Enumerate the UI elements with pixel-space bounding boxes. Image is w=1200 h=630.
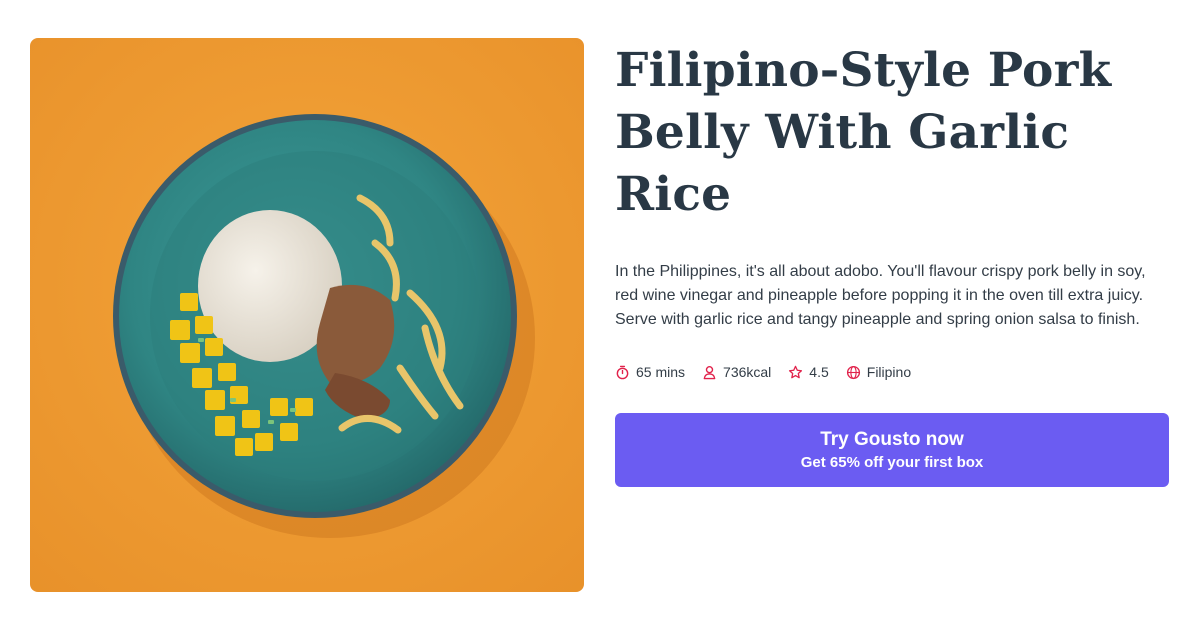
recipe-description: In the Philippines, it's all about adobo… (615, 263, 1146, 328)
meta-rating: 4.5 (788, 364, 829, 380)
meta-cuisine: Filipino (846, 364, 911, 380)
meta-time-text: 65 mins (636, 364, 686, 380)
meta-calories: 736kcal (702, 364, 771, 380)
recipe-meta: 65 mins 736kcal 4.5 Filipino (615, 362, 1169, 382)
cta-label: Try Gousto now (820, 428, 964, 450)
recipe-content: Filipino-Style Pork Belly With Garlic Ri… (615, 40, 1169, 487)
meta-cuisine-text: Filipino (866, 364, 912, 380)
globe-icon (846, 365, 861, 380)
try-gousto-button[interactable]: Try Gousto now Get 65% off your first bo… (615, 413, 1169, 487)
star-icon (788, 365, 803, 380)
person-icon (702, 365, 717, 380)
meta-calories-text: 736kcal (723, 364, 772, 380)
meta-time: 65 mins (615, 364, 685, 380)
cta-sublabel: Get 65% off your first box (800, 453, 984, 471)
recipe-photo (30, 38, 584, 592)
stopwatch-icon (615, 365, 630, 380)
meta-rating-text: 4.5 (809, 364, 829, 380)
recipe-title: Filipino-Style Pork Belly With Garlic Ri… (615, 43, 1112, 222)
